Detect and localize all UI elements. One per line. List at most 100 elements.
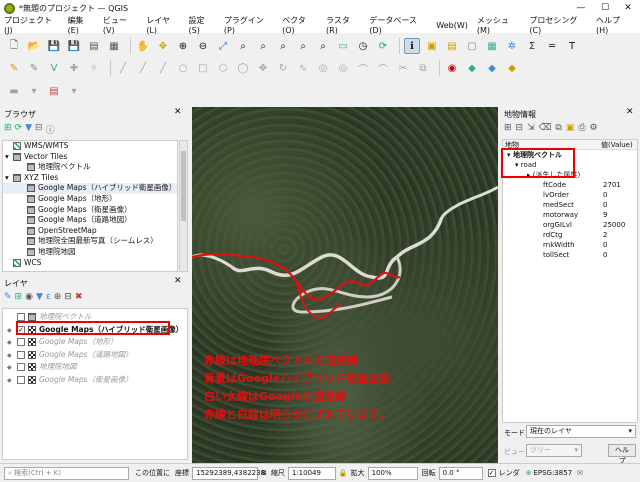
zoom-next-icon[interactable]: ⌕: [315, 38, 331, 54]
menu-view[interactable]: ビュー(V): [103, 15, 137, 35]
print-icon[interactable]: ⎙: [578, 123, 585, 133]
crs-label[interactable]: EPSG:3857: [533, 469, 572, 477]
layer-visibility-checkbox[interactable]: [17, 338, 25, 346]
lock-icon[interactable]: 🔒: [339, 469, 348, 477]
menu-vector[interactable]: ベクタ(O): [282, 15, 317, 35]
annotation-icon[interactable]: T: [564, 38, 580, 54]
browser-item[interactable]: OpenStreetMap: [3, 226, 177, 237]
zoom-selection-icon[interactable]: ⌕: [235, 38, 251, 54]
zoom-native-icon[interactable]: ⌕: [275, 38, 291, 54]
menu-edit[interactable]: 編集(E): [68, 15, 94, 35]
attribute-row[interactable]: rnkWidth 0: [503, 240, 637, 250]
plugin-c-icon[interactable]: ◆: [504, 60, 520, 76]
menu-database[interactable]: データベース(D): [369, 15, 427, 35]
plugin-b-icon[interactable]: ◆: [484, 60, 500, 76]
digitize-poly-icon[interactable]: ⬡: [215, 60, 231, 76]
collapse-all-icon[interactable]: ⊟: [64, 292, 72, 302]
zoom-full-icon[interactable]: ⤢: [215, 38, 231, 54]
python-console-icon[interactable]: ◉: [444, 60, 460, 76]
filter-expression-icon[interactable]: ε: [46, 292, 51, 302]
expand-all-icon[interactable]: ⊕: [54, 292, 62, 302]
select-features-icon[interactable]: ▣: [424, 38, 440, 54]
merge-features-icon[interactable]: ⧉: [415, 60, 431, 76]
expand-toggle-icon[interactable]: ◆: [7, 362, 17, 375]
add-vector-layer-icon[interactable]: V: [46, 60, 62, 76]
layer-item[interactable]: ◆ Google Maps（衛星画像）: [3, 374, 187, 387]
processing-toolbox-icon[interactable]: ✲: [504, 38, 520, 54]
settings-icon[interactable]: ⚙: [590, 123, 598, 133]
menu-plugins[interactable]: プラグイン(P): [224, 15, 273, 35]
browser-item[interactable]: Google Maps（地形）: [3, 194, 177, 205]
layer-visibility-checkbox[interactable]: [17, 363, 25, 371]
collapse-icon[interactable]: ⊟: [35, 123, 43, 136]
refresh-icon[interactable]: ⟳: [15, 123, 23, 136]
add-feature-icon[interactable]: ✚: [66, 60, 82, 76]
delete-ring-icon[interactable]: ◎: [335, 60, 351, 76]
toggle-editing-icon[interactable]: ✎: [26, 60, 42, 76]
layer-visibility-checkbox[interactable]: [17, 313, 25, 321]
zoom-out-icon[interactable]: ⊖: [195, 38, 211, 54]
layer-style-icon[interactable]: ✎: [4, 292, 12, 302]
identify-features-icon[interactable]: ℹ: [404, 38, 420, 54]
browser-item[interactable]: Google Maps（衛星画像）: [3, 205, 177, 216]
offset-curve-icon[interactable]: ⌒: [375, 60, 391, 76]
refresh-icon[interactable]: ⟳: [375, 38, 391, 54]
mode-select[interactable]: 現在のレイヤ ▾: [526, 425, 636, 438]
statistics-icon[interactable]: Σ: [524, 38, 540, 54]
attribute-row[interactable]: tollSect 0: [503, 250, 637, 260]
menu-layer[interactable]: レイヤ(L): [146, 15, 179, 35]
panel-close-icon[interactable]: ✕: [174, 107, 182, 117]
browser-item[interactable]: ▾ Vector Tiles: [3, 152, 177, 163]
browser-item[interactable]: 地理院ベクトル: [3, 162, 177, 173]
plugin-a-icon[interactable]: ◆: [464, 60, 480, 76]
extents-toggle-icon[interactable]: ⊠: [261, 469, 267, 477]
select-by-value-icon[interactable]: ▤: [444, 38, 460, 54]
move-feature-icon[interactable]: ✥: [255, 60, 271, 76]
zoom-layer-icon[interactable]: ⌕: [255, 38, 271, 54]
layer-item[interactable]: ◆ Google Maps（地形）: [3, 336, 187, 349]
menu-help[interactable]: ヘルプ(H): [596, 15, 631, 35]
label-move-icon[interactable]: ▾: [26, 83, 42, 99]
digitize-line-icon[interactable]: ╱: [115, 60, 131, 76]
coordinate-field[interactable]: 15292389,4382238: [192, 466, 265, 480]
crs-icon[interactable]: ⊕: [526, 469, 532, 477]
layer-item[interactable]: ◆ Google Maps（道路地図）: [3, 349, 187, 362]
vertex-tool-icon[interactable]: ✧: [86, 60, 102, 76]
temporal-icon[interactable]: ◷: [355, 38, 371, 54]
expand-new-icon[interactable]: ⇲: [527, 123, 535, 133]
pan-icon[interactable]: ✋: [135, 38, 151, 54]
new-map-view-icon[interactable]: ▭: [335, 38, 351, 54]
copy-feature-icon[interactable]: ⧉: [555, 123, 561, 133]
browser-item[interactable]: WCS: [3, 258, 177, 269]
menu-raster[interactable]: ラスタ(R): [326, 15, 360, 35]
new-print-layout-icon[interactable]: ▤: [86, 38, 102, 54]
zoom-in-icon[interactable]: ⊕: [175, 38, 191, 54]
deselect-icon[interactable]: ▢: [464, 38, 480, 54]
menu-processing[interactable]: プロセシング(C): [529, 15, 587, 35]
filter-legend-icon[interactable]: ▼: [36, 292, 43, 302]
layer-visibility-checkbox[interactable]: [17, 375, 25, 384]
remove-layer-icon[interactable]: ✖: [75, 292, 83, 302]
panel-close-icon[interactable]: ✕: [626, 107, 634, 117]
menu-mesh[interactable]: メッシュ(M): [477, 15, 521, 35]
add-selected-icon[interactable]: ⊞: [4, 123, 12, 136]
layout-manager-icon[interactable]: ▦: [106, 38, 122, 54]
manage-visibility-icon[interactable]: ◉: [25, 292, 33, 302]
save-project-icon[interactable]: 💾: [46, 38, 62, 54]
save-as-icon[interactable]: 💾: [66, 38, 82, 54]
messages-icon[interactable]: ✉: [577, 469, 583, 477]
clear-results-icon[interactable]: ⌫: [539, 123, 552, 133]
browser-item[interactable]: 地理院地図: [3, 247, 177, 258]
view-select[interactable]: ツリー ▾: [526, 444, 582, 457]
field-calculator-icon[interactable]: ▦: [484, 38, 500, 54]
label-tool-icon[interactable]: ▬: [6, 83, 22, 99]
reshape-icon[interactable]: ⌒: [355, 60, 371, 76]
expander-icon[interactable]: ▾: [5, 173, 13, 184]
open-project-icon[interactable]: 📂: [26, 38, 42, 54]
attribute-row[interactable]: orgGILvl 25000: [503, 220, 637, 230]
menu-web[interactable]: Web(W): [436, 21, 468, 30]
new-project-icon[interactable]: 🗋: [6, 38, 22, 54]
select-features-icon[interactable]: ▣: [566, 123, 575, 133]
add-group-icon[interactable]: ⊞: [15, 292, 23, 302]
panel-close-icon[interactable]: ✕: [174, 276, 182, 286]
